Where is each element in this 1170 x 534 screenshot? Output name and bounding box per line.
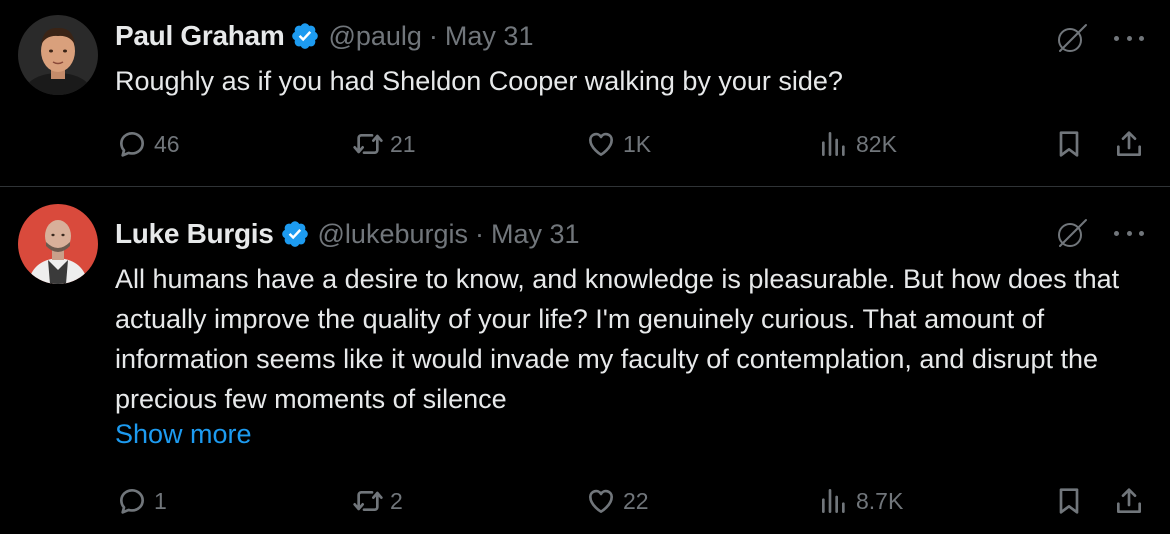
repost-count: 2: [390, 487, 403, 514]
bookmark-icon: [1059, 488, 1079, 514]
more-icon[interactable]: [1114, 228, 1144, 238]
share-icon: [1117, 131, 1141, 156]
reply-count: 46: [154, 130, 180, 157]
avatar[interactable]: [18, 15, 98, 95]
separator-dot: ·: [428, 20, 438, 51]
tweet-text: All humans have a desire to know, and kn…: [115, 264, 1120, 414]
share-icon: [1117, 488, 1141, 513]
like-count: 22: [623, 487, 649, 514]
repost-count: 21: [390, 130, 416, 157]
bookmark-button[interactable]: [1053, 481, 1085, 521]
grok-icon[interactable]: [1054, 215, 1090, 251]
view-count: 82K: [856, 130, 897, 157]
reply-icon: [120, 489, 144, 514]
show-more-link[interactable]: Show more: [115, 419, 252, 450]
share-button[interactable]: [1113, 481, 1145, 521]
like-button[interactable]: 22: [585, 481, 649, 521]
views-icon: [822, 489, 845, 513]
action-bar: 46 21 1K 82K: [0, 124, 1170, 164]
bookmark-icon: [1059, 131, 1079, 157]
reply-count: 1: [154, 487, 167, 514]
author-handle[interactable]: @paulg: [328, 21, 421, 52]
like-icon: [589, 132, 613, 156]
action-bar: 1 2 22 8.7K: [0, 481, 1170, 521]
grok-icon[interactable]: [1054, 20, 1090, 56]
reply-button[interactable]: 46: [116, 124, 180, 164]
author-handle[interactable]: @lukeburgis: [318, 219, 468, 250]
tweet-text: Roughly as if you had Sheldon Cooper wal…: [115, 66, 843, 96]
repost-icon: [353, 134, 383, 154]
views-button[interactable]: 8.7K: [818, 481, 903, 521]
reply-icon: [120, 132, 144, 157]
tweet-luke-burgis[interactable]: Luke Burgis @lukeburgis · May 31 All hum…: [0, 188, 1170, 534]
repost-button[interactable]: 21: [352, 124, 416, 164]
like-button[interactable]: 1K: [585, 124, 651, 164]
tweet-header: Luke Burgis @lukeburgis · May 31: [115, 214, 580, 254]
avatar[interactable]: [18, 204, 98, 284]
verified-badge-icon: [292, 23, 319, 49]
separator-dot: ·: [475, 218, 484, 249]
more-icon[interactable]: [1114, 33, 1144, 43]
views-button[interactable]: 82K: [818, 124, 897, 164]
bookmark-button[interactable]: [1053, 124, 1085, 164]
like-count: 1K: [623, 130, 652, 157]
reply-button[interactable]: 1: [116, 481, 167, 521]
verified-badge-icon: [281, 221, 308, 247]
tweet-date[interactable]: May 31: [445, 21, 534, 52]
tweet-header: Paul Graham @paulg · May 31: [115, 16, 533, 56]
share-button[interactable]: [1113, 124, 1145, 164]
like-icon: [589, 489, 613, 513]
tweet-date[interactable]: May 31: [491, 219, 580, 250]
tweet-paul-graham[interactable]: Paul Graham @paulg · May 31 Roughly as i…: [0, 0, 1170, 187]
repost-icon: [353, 491, 383, 511]
author-name[interactable]: Luke Burgis: [115, 218, 274, 250]
repost-button[interactable]: 2: [352, 481, 403, 521]
view-count: 8.7K: [856, 487, 904, 514]
author-name[interactable]: Paul Graham: [115, 20, 285, 52]
views-icon: [822, 132, 845, 156]
